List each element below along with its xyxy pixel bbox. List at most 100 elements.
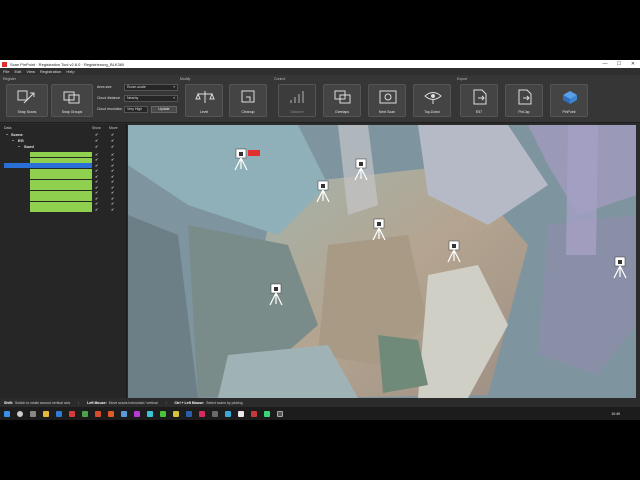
- menu-registration[interactable]: Registration: [40, 69, 61, 74]
- snap-scans-button[interactable]: Snap Scans: [6, 84, 48, 117]
- snap-scans-label: Snap Scans: [17, 110, 37, 114]
- show-checkbox[interactable]: ✔: [95, 132, 98, 137]
- move-checkbox[interactable]: ✔: [111, 179, 114, 184]
- menu-view[interactable]: View: [26, 69, 35, 74]
- tree-expander-icon[interactable]: −: [6, 132, 8, 137]
- cloud-distance-dropdown[interactable]: Nearby ▾: [124, 95, 178, 102]
- scan-list-item[interactable]: [30, 179, 92, 185]
- scan-list-item[interactable]: [30, 152, 92, 157]
- level-button[interactable]: Level: [185, 84, 223, 117]
- area-size-dropdown[interactable]: Room-scale ▾: [124, 84, 178, 91]
- scan-list-item[interactable]: [30, 185, 92, 190]
- tree-expander-icon[interactable]: −: [18, 144, 20, 149]
- tree-expander-icon[interactable]: −: [12, 138, 14, 143]
- distance-button[interactable]: Distance: [278, 84, 316, 117]
- show-checkbox[interactable]: ✔: [95, 196, 98, 201]
- taskbar-app-icon[interactable]: [224, 410, 231, 417]
- move-checkbox[interactable]: ✔: [111, 190, 114, 195]
- point-cloud-viewport[interactable]: [128, 125, 636, 398]
- move-checkbox[interactable]: ✔: [111, 152, 114, 157]
- system-clock[interactable]: 10:49: [611, 412, 620, 416]
- tree-item-group[interactable]: Sued: [24, 144, 34, 149]
- taskbar-app-icon[interactable]: [263, 410, 270, 417]
- scan-list-item[interactable]: [30, 157, 92, 163]
- overlaps-button[interactable]: Overlaps: [323, 84, 361, 117]
- group-label-modify: Modify: [180, 77, 191, 81]
- taskbar-app-icon[interactable]: [81, 410, 88, 417]
- maximize-button[interactable]: ☐: [612, 60, 626, 68]
- show-checkbox[interactable]: ✔: [95, 207, 98, 212]
- app-logo-icon: [2, 61, 7, 67]
- scan-list-item[interactable]: [30, 174, 92, 179]
- taskbar-app-icon[interactable]: [198, 410, 205, 417]
- taskbar-app-icon[interactable]: [133, 410, 140, 417]
- taskbar-app-icon[interactable]: [120, 410, 127, 417]
- scan-list-item[interactable]: [4, 163, 92, 168]
- move-checkbox[interactable]: ✔: [111, 201, 114, 206]
- taskbar-app-icon[interactable]: [185, 410, 192, 417]
- taskbar-app-icon[interactable]: [107, 410, 114, 417]
- show-checkbox[interactable]: ✔: [95, 179, 98, 184]
- cleanup-button[interactable]: Cleanup: [229, 84, 267, 117]
- point-cloud-render[interactable]: [128, 125, 636, 398]
- move-checkbox[interactable]: ✔: [111, 157, 114, 162]
- show-checkbox[interactable]: ✔: [95, 174, 98, 179]
- search-icon[interactable]: [16, 410, 23, 417]
- cloud-resolution-dropdown[interactable]: Very High: [124, 106, 148, 113]
- next-scan-button[interactable]: Next Scan: [368, 84, 406, 117]
- export-e57-button[interactable]: E57: [460, 84, 498, 117]
- taskbar-app-icon[interactable]: [159, 410, 166, 417]
- scan-list-item[interactable]: [30, 168, 92, 174]
- taskbar-app-icon[interactable]: [55, 410, 62, 417]
- export-pinpoint-button[interactable]: PinPoint: [550, 84, 588, 117]
- move-checkbox[interactable]: ✔: [111, 144, 114, 149]
- taskbar-app-icon[interactable]: [250, 410, 257, 417]
- show-checkbox[interactable]: ✔: [95, 157, 98, 162]
- move-checkbox[interactable]: ✔: [111, 207, 114, 212]
- scan-list-item[interactable]: [30, 207, 92, 212]
- menu-help[interactable]: Help: [66, 69, 74, 74]
- scan-list-item[interactable]: [30, 196, 92, 201]
- move-checkbox[interactable]: ✔: [111, 138, 114, 143]
- show-checkbox[interactable]: ✔: [95, 190, 98, 195]
- tree-item-eg[interactable]: EG: [18, 138, 24, 143]
- show-checkbox[interactable]: ✔: [95, 138, 98, 143]
- taskbar-app-icon[interactable]: [146, 410, 153, 417]
- scan-list-item[interactable]: [30, 201, 92, 207]
- export-pixcap-button[interactable]: PixCap: [505, 84, 543, 117]
- menu-bar: File Edit View Registration Help: [0, 68, 640, 75]
- show-checkbox[interactable]: ✔: [95, 152, 98, 157]
- move-checkbox[interactable]: ✔: [111, 132, 114, 137]
- move-checkbox[interactable]: ✔: [111, 185, 114, 190]
- cloud-distance-label: Cloud distance: [97, 96, 121, 100]
- overlaps-label: Overlaps: [334, 110, 349, 114]
- top-down-button[interactable]: Top-Down: [413, 84, 451, 117]
- task-view-icon[interactable]: [29, 410, 36, 417]
- show-checkbox[interactable]: ✔: [95, 168, 98, 173]
- close-button[interactable]: ✕: [626, 60, 640, 68]
- move-checkbox[interactable]: ✔: [111, 168, 114, 173]
- move-checkbox[interactable]: ✔: [111, 174, 114, 179]
- update-button[interactable]: Update: [151, 106, 177, 113]
- taskbar-app-icon[interactable]: [211, 410, 218, 417]
- snap-groups-button[interactable]: Snap Groups: [51, 84, 93, 117]
- windows-start-icon[interactable]: [3, 410, 10, 417]
- menu-edit[interactable]: Edit: [14, 69, 21, 74]
- taskbar-app-icon[interactable]: [172, 410, 179, 417]
- show-checkbox[interactable]: ✔: [95, 201, 98, 206]
- show-checkbox[interactable]: ✔: [95, 185, 98, 190]
- pinpoint-taskbar-icon[interactable]: [276, 410, 283, 417]
- taskbar-app-icon[interactable]: [94, 410, 101, 417]
- file-explorer-icon[interactable]: [42, 410, 49, 417]
- taskbar-app-icon[interactable]: [237, 410, 244, 417]
- show-checkbox[interactable]: ✔: [95, 163, 98, 168]
- taskbar-app-icon[interactable]: [68, 410, 75, 417]
- show-checkbox[interactable]: ✔: [95, 144, 98, 149]
- move-checkbox[interactable]: ✔: [111, 163, 114, 168]
- scan-list-item[interactable]: [30, 190, 92, 196]
- menu-file[interactable]: File: [3, 69, 9, 74]
- next-scan-icon: [379, 90, 397, 104]
- minimize-button[interactable]: —: [598, 60, 612, 68]
- move-checkbox[interactable]: ✔: [111, 196, 114, 201]
- tree-item-scene[interactable]: Scene: [11, 132, 23, 137]
